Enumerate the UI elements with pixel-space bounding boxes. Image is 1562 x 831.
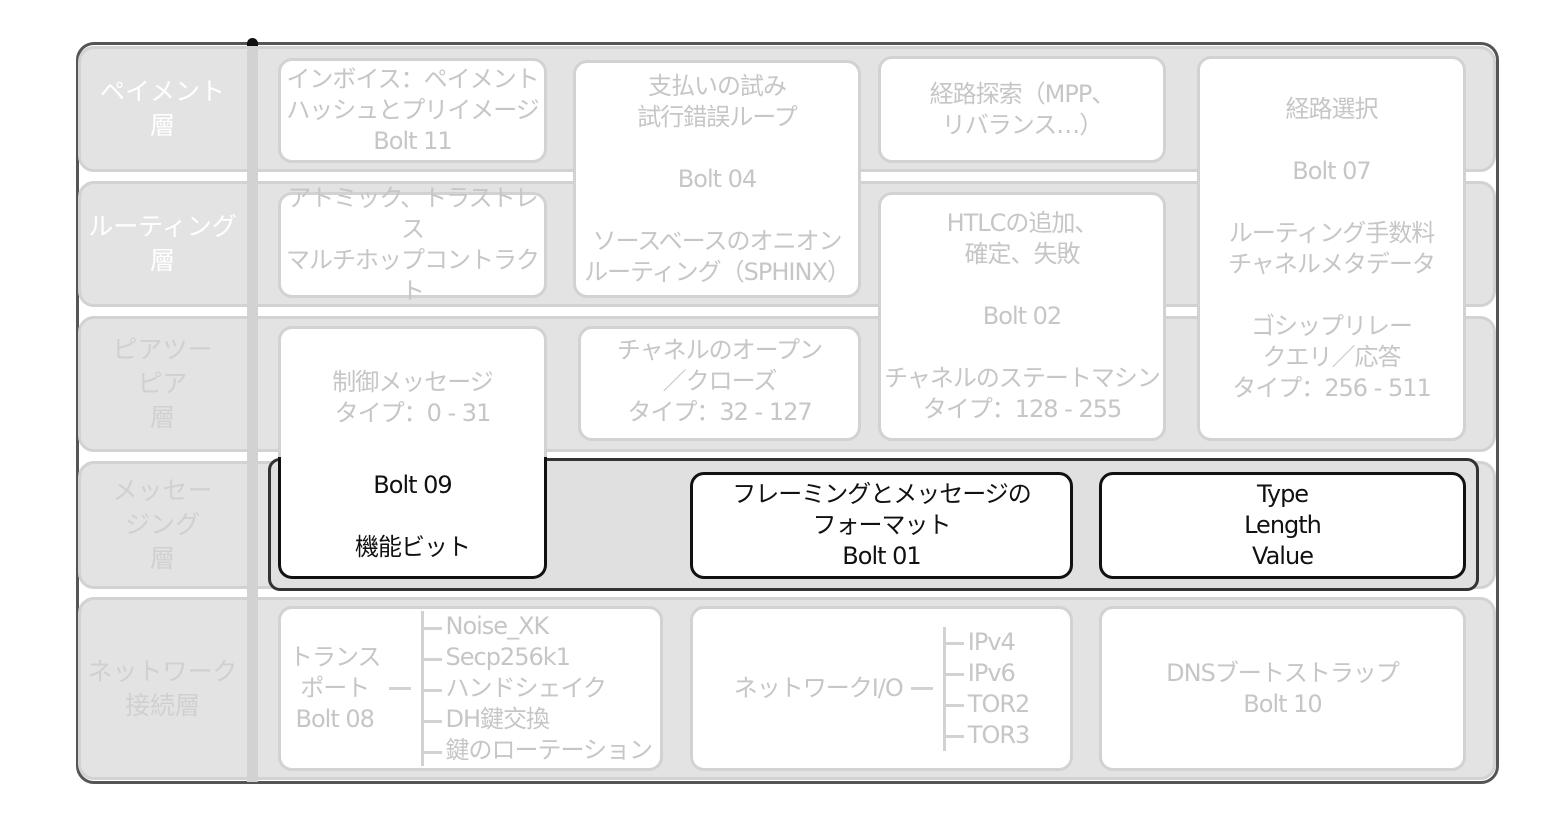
box-line: Bolt 07: [1292, 156, 1371, 185]
tree-connector: [910, 687, 933, 690]
transport-items: Noise_XK Secp256k1 ハンドシェイク DH鍵交換 鍵のローテーション: [420, 611, 653, 766]
box-line: Bolt 10: [1243, 689, 1322, 718]
box-line: フレーミングとメッセージの: [732, 480, 1032, 508]
network-io-items: IPv4 IPv6 TOR2 TOR3: [942, 626, 1030, 751]
box-line: 制御メッセージ: [332, 367, 494, 396]
network-io-title: ネットワークI/O: [733, 674, 904, 702]
box-line: Type: [1256, 480, 1309, 508]
box-line: ソースベースのオニオン: [592, 226, 843, 255]
box-route-selection: 経路選択 Bolt 07 ルーティング手数料 チャネルメタデータ ゴシップリレー クエリ／…: [1197, 56, 1466, 441]
box-line: チャネルメタデータ: [1228, 249, 1436, 278]
box-line: Bolt 08: [295, 705, 375, 733]
transport-title: トランスポート Bolt 08: [288, 642, 382, 735]
box-line: 支払いの試み: [648, 71, 787, 100]
box-tlv: Type Length Value: [1099, 472, 1466, 579]
box-line: 経路選択: [1285, 94, 1379, 123]
box-line: Bolt 11: [373, 127, 452, 155]
box-line: 確定、失敗: [964, 240, 1081, 268]
box-line: アトミック、トラストレス: [287, 184, 538, 243]
box-line: ルーティング（SPHINX）: [584, 257, 851, 286]
box-line: 試行錯誤ループ: [637, 102, 798, 131]
box-line: ゴシップリレー: [1251, 311, 1413, 340]
box-line: 機能ビット: [355, 533, 471, 561]
box-channel-open: チャネルのオープン ／クローズタイプ：32 - 127: [578, 326, 861, 441]
box-line: フォーマット: [812, 511, 952, 539]
label-text: ペイメント 層: [99, 77, 225, 140]
label-text: ルーティング 層: [88, 212, 237, 275]
box-line: タイプ：32 - 127: [627, 398, 812, 426]
tree-item: 鍵のローテーション: [423, 735, 653, 766]
tree-item: TOR3: [945, 720, 1030, 751]
box-line: マルチホップコントラクト: [286, 246, 540, 305]
label-text: ネットワーク 接続層: [87, 656, 238, 720]
box-line: インボイス：ペイメント: [286, 65, 539, 93]
box-line: リバランス…）: [941, 110, 1104, 139]
divider-bar: [247, 44, 258, 782]
box-network-io: ネットワークI/O IPv4 IPv6 TOR2 TOR3: [690, 606, 1073, 771]
tree-item: ハンドシェイク: [423, 673, 653, 704]
box-line: チャネルのステートマシン: [884, 364, 1161, 392]
box-line: Bolt 09: [373, 471, 452, 499]
box-line: タイプ：128 - 255: [922, 395, 1123, 423]
tree-item: Secp256k1: [423, 642, 653, 673]
layer-label-routing: ルーティング 層: [80, 183, 245, 305]
box-line: タイプ：256 - 511: [1232, 373, 1432, 402]
box-line: ／クローズ: [662, 367, 778, 395]
box-line: Length: [1244, 511, 1322, 539]
box-line: HTLCの追加、: [946, 209, 1099, 237]
box-line: クエリ／応答: [1262, 342, 1402, 371]
box-line: ポート: [300, 674, 370, 702]
tree-item: TOR2: [945, 689, 1030, 720]
tree-connector: [388, 687, 411, 690]
box-invoice: インボイス：ペイメント ハッシュとプリイメージ Bolt 11: [278, 58, 547, 163]
box-line: ハッシュとプリイメージ: [286, 96, 540, 124]
box-line: ルーティング手数料: [1228, 218, 1436, 247]
box-line: トランス: [288, 643, 382, 671]
layer-label-messaging: メッセー ジング 層: [80, 463, 245, 587]
box-line: 経路探索（MPP、: [929, 79, 1116, 108]
tree-item: DH鍵交換: [423, 704, 653, 735]
layer-label-payment: ペイメント 層: [80, 48, 245, 170]
box-line: Bolt 02: [982, 302, 1062, 330]
box-path-finding: 経路探索（MPP、 リバランス…）: [878, 56, 1166, 163]
network-io-tree: ネットワークI/O IPv4 IPv6 TOR2 TOR3: [733, 626, 1030, 751]
box-line: Bolt 01: [842, 542, 921, 570]
box-features: Bolt 09 機能ビット: [278, 457, 547, 579]
divider-cap: [247, 38, 258, 46]
box-framing: フレーミングとメッセージの フォーマット Bolt 01: [690, 472, 1073, 579]
layer-label-network: ネットワーク 接続層: [80, 599, 245, 778]
layer-label-peer: ピアツー ピア 層: [80, 318, 245, 450]
box-line: Bolt 04: [677, 164, 757, 193]
box-htlc: HTLCの追加、 確定、失敗 Bolt 02 チャネルのステートマシン タイプ：128 …: [878, 192, 1166, 441]
box-control: 制御メッセージ タイプ：0 - 31: [278, 326, 547, 466]
tree-item: Noise_XK: [423, 611, 653, 642]
box-line: チャネルのオープン: [616, 336, 823, 364]
transport-tree: トランスポート Bolt 08 Noise_XK Secp256k1 ハンドシェイク D…: [288, 611, 653, 766]
tree-item: IPv6: [945, 658, 1030, 689]
tree-item: IPv4: [945, 627, 1030, 658]
box-line: タイプ：0 - 31: [334, 398, 492, 427]
box-dns: DNSブートストラップ Bolt 10: [1099, 606, 1466, 771]
label-text: メッセー ジング 層: [112, 476, 213, 573]
box-payment-attempt: 支払いの試み 試行錯誤ループ Bolt 04 ソースベースのオニオン ルーティング（SP…: [573, 60, 861, 298]
box-atomic: アトミック、トラストレス マルチホップコントラクト: [278, 184, 547, 305]
label-text: ピアツー ピア 層: [112, 335, 213, 432]
box-line: DNSブートストラップ: [1166, 658, 1400, 687]
box-transport: トランスポート Bolt 08 Noise_XK Secp256k1 ハンドシェイク D…: [278, 606, 663, 771]
box-line: Value: [1252, 542, 1314, 570]
